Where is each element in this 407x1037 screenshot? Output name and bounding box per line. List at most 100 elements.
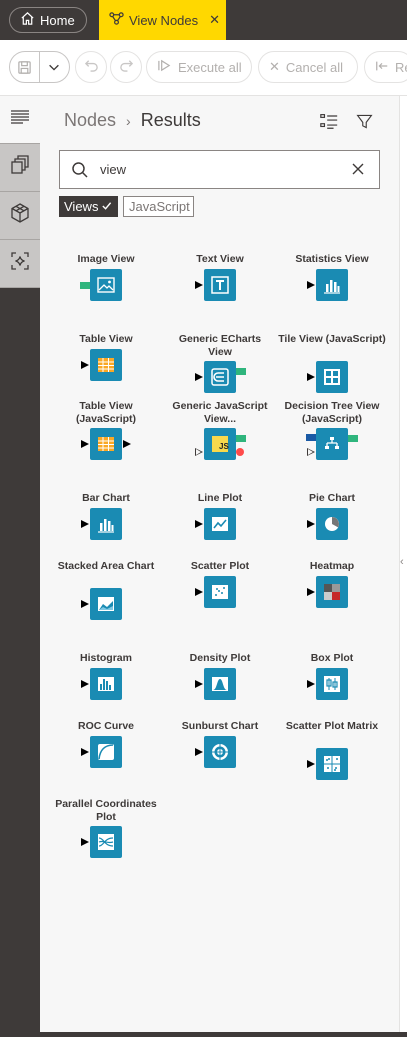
input-port: [307, 587, 315, 596]
breadcrumb: Nodes › Results: [64, 110, 201, 131]
input-port: [195, 679, 203, 688]
breadcrumb-results: Results: [140, 110, 201, 130]
node-label: Density Plot: [189, 652, 251, 664]
clear-search-icon[interactable]: [351, 162, 365, 181]
reset-all-button[interactable]: Re: [364, 51, 407, 83]
pie-chart-icon: [316, 508, 348, 540]
node-label: Table View: [79, 333, 133, 345]
bar-chart-icon: [316, 269, 348, 301]
input-port: [195, 280, 203, 289]
toolbar: Execute all ✕ Cancel all Re: [0, 40, 407, 96]
node-tile[interactable]: Text View: [166, 253, 274, 333]
execute-all-label: Execute all: [178, 59, 242, 75]
rail-node-repository-button[interactable]: [0, 192, 40, 240]
sunburst-icon: [204, 736, 236, 768]
input-port: [195, 372, 203, 381]
node-tile[interactable]: Decision Tree View (JavaScript): [278, 400, 386, 480]
node-label: Text View: [196, 253, 244, 265]
table-icon: [90, 428, 122, 460]
input-port: [307, 372, 315, 381]
tab-view-nodes[interactable]: View Nodes ✕: [99, 0, 226, 40]
list-view-toggle-icon[interactable]: [318, 110, 340, 132]
input-port: [81, 679, 89, 688]
explorer-icon: [9, 154, 31, 181]
scatter-icon: [204, 576, 236, 608]
breadcrumb-nodes[interactable]: Nodes: [64, 110, 116, 131]
input-port: [81, 599, 89, 608]
node-tile[interactable]: Sunburst Chart: [166, 720, 274, 800]
heatmap-icon: [316, 576, 348, 608]
side-rail: [0, 96, 40, 1037]
node-label: Parallel Coordinates Plot: [55, 798, 157, 823]
node-tile[interactable]: Image View: [52, 253, 160, 333]
reset-all-label: Re: [395, 59, 407, 75]
tag-javascript-label: JavaScript: [129, 199, 190, 214]
node-tile[interactable]: Table View (JavaScript): [52, 400, 160, 480]
chevron-down-icon[interactable]: [40, 52, 69, 82]
tag-javascript[interactable]: JavaScript: [123, 196, 194, 217]
rail-space-explorer-button[interactable]: [0, 144, 40, 192]
flow-variable-port: [236, 448, 244, 456]
save-icon[interactable]: [10, 52, 39, 82]
node-label: Line Plot: [197, 492, 243, 504]
node-label: Decision Tree View (JavaScript): [284, 400, 380, 425]
description-icon: [9, 106, 31, 133]
node-label: Image View: [77, 253, 135, 265]
node-tile[interactable]: Scatter Plot Matrix: [278, 720, 386, 800]
execute-all-icon: [157, 58, 172, 76]
undo-button[interactable]: [75, 51, 107, 83]
input-port: [81, 747, 89, 756]
node-tile[interactable]: Generic JavaScript View... JS: [166, 400, 274, 480]
redo-icon: [119, 57, 134, 77]
cancel-all-label: Cancel all: [285, 59, 343, 75]
tab-view-nodes-label: View Nodes: [129, 12, 199, 28]
box-plot-icon: [316, 668, 348, 700]
reset-icon: [375, 59, 389, 76]
input-port: [81, 439, 89, 448]
tab-home[interactable]: Home: [9, 7, 87, 33]
node-label: Heatmap: [309, 560, 355, 572]
cancel-icon: ✕: [269, 59, 280, 74]
cube-icon: [9, 202, 31, 229]
tag-views-selected[interactable]: Views: [59, 196, 118, 217]
filter-icon[interactable]: [353, 110, 375, 132]
chevron-right-icon: ›: [126, 112, 131, 129]
node-tile[interactable]: Statistics View: [278, 253, 386, 333]
node-label: ROC Curve: [77, 720, 134, 732]
input-port: [195, 448, 203, 456]
node-tile[interactable]: Scatter Plot: [166, 560, 274, 640]
node-tile[interactable]: Heatmap: [278, 560, 386, 640]
search-icon: [60, 161, 100, 179]
tiles-icon: [316, 361, 348, 393]
input-port: [81, 360, 89, 369]
node-label: Sunburst Chart: [181, 720, 259, 732]
text-t-icon: [204, 269, 236, 301]
home-icon: [20, 11, 35, 29]
table-icon: [90, 349, 122, 381]
node-label: Stacked Area Chart: [57, 560, 155, 572]
input-port: [81, 837, 89, 846]
svg-text:JS: JS: [219, 442, 229, 451]
rail-ai-assistant-button[interactable]: [0, 240, 40, 288]
close-icon[interactable]: ✕: [209, 12, 220, 28]
bottom-border: [40, 1032, 407, 1037]
search-input[interactable]: [100, 162, 330, 177]
line-plot-icon: [204, 508, 236, 540]
cancel-all-button[interactable]: ✕ Cancel all: [258, 51, 358, 83]
node-tile[interactable]: ROC Curve: [52, 720, 160, 800]
node-tile[interactable]: Stacked Area Chart: [52, 560, 160, 640]
collapse-panel-icon[interactable]: ‹: [400, 556, 404, 568]
redo-button[interactable]: [110, 51, 142, 83]
parallel-coords-icon: [90, 826, 122, 858]
save-split-button[interactable]: [9, 51, 70, 83]
execute-all-button[interactable]: Execute all: [146, 51, 252, 83]
node-label: Generic ECharts View: [178, 333, 262, 358]
tab-bar: Home View Nodes ✕: [0, 0, 407, 40]
node-label: Pie Chart: [308, 492, 356, 504]
checkmark-icon: [101, 199, 112, 214]
search-box: [59, 150, 380, 189]
tab-home-label: Home: [40, 12, 75, 28]
input-port: [307, 519, 315, 528]
node-tile[interactable]: Parallel Coordinates Plot: [52, 798, 160, 878]
rail-description-button[interactable]: [0, 96, 40, 144]
